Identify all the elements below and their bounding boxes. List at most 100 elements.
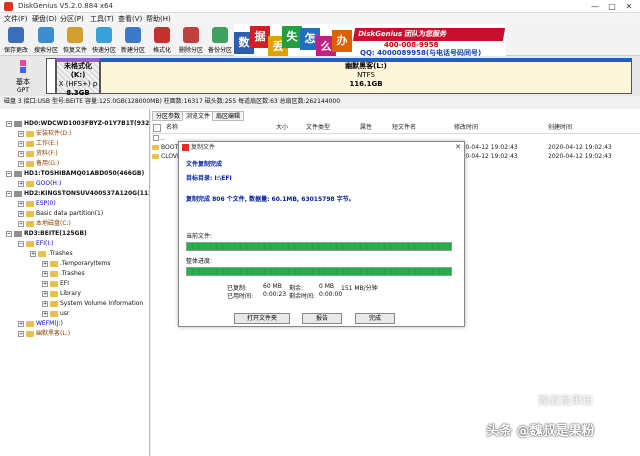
col-size[interactable]: 大小 (276, 123, 288, 133)
tree-folder-node[interactable]: + 备用(G:) (18, 159, 59, 168)
menu-file[interactable]: 文件(F) (4, 14, 28, 24)
partition-k[interactable]: 未格式化(K:) X (HFS+) p 8.3GB (56, 58, 100, 97)
collapse-icon[interactable]: − (6, 170, 12, 177)
partition-l-fs: NTFS (357, 71, 375, 79)
tab-partition-params[interactable]: 分区参数 (152, 111, 185, 121)
col-short-name[interactable]: 短文件名 (392, 123, 416, 133)
tree-folder-node[interactable]: + GOO(H:) (18, 179, 61, 188)
tree-disk-node[interactable]: − RD3:BEITE(125GB) (6, 229, 87, 238)
tree-folder-node[interactable]: + 安装软件(D:) (18, 129, 71, 138)
select-all-checkbox[interactable] (153, 124, 161, 132)
menu-help[interactable]: 帮助(H) (146, 14, 171, 24)
menu-view[interactable]: 查看(V) (118, 14, 142, 24)
expand-icon[interactable]: + (42, 270, 48, 277)
maximize-button[interactable]: □ (605, 1, 619, 12)
toolbar-button-1[interactable]: 搜索分区 (32, 25, 60, 55)
toolbar-button-0[interactable]: 保存更改 (2, 25, 30, 55)
partition-l-size: 116.1GB (349, 80, 383, 88)
tree-folder-node[interactable]: + Basic data partition(1) (18, 209, 103, 218)
col-created[interactable]: 创建时间 (548, 123, 572, 133)
close-button[interactable]: ✕ (622, 1, 636, 12)
partition-esp[interactable] (46, 58, 56, 94)
expand-icon[interactable]: + (42, 260, 48, 267)
tree-node-label: .Trashes (48, 250, 73, 257)
tab-browse-files[interactable]: 浏览文件 (182, 111, 215, 121)
tree-folder-node[interactable]: + Library (42, 289, 81, 298)
disk-tree[interactable]: − HD0:WDCWD1003FBYZ-01Y7B1T(932GB) + 安装软件(D… (0, 109, 150, 456)
tree-node-label: HD1:TOSHIBAMQ01ABD050(466GB) (24, 170, 145, 177)
report-button[interactable]: 报告 (302, 313, 342, 324)
open-folder-button[interactable]: 打开文件夹 (234, 313, 290, 324)
collapse-icon[interactable]: − (6, 120, 12, 127)
partition-k-fs: X (HFS+) p (58, 80, 98, 88)
expand-icon[interactable]: + (18, 220, 24, 227)
tree-disk-node[interactable]: − HD1:TOSHIBAMQ01ABD050(466GB) (6, 169, 144, 178)
expand-icon[interactable]: + (18, 130, 24, 137)
expand-icon[interactable]: + (18, 330, 24, 337)
collapse-icon[interactable]: − (6, 190, 12, 197)
expand-icon[interactable]: + (18, 200, 24, 207)
tree-folder-node[interactable]: + .TemporaryItems (42, 259, 111, 268)
expand-icon[interactable]: + (42, 310, 48, 317)
tree-disk-node[interactable]: − HD0:WDCWD1003FBYZ-01Y7B1T(932GB) (6, 119, 149, 128)
partition-k-name: 未格式化(K:) (64, 62, 92, 79)
tree-folder-node[interactable]: + 幽默黑客(L:) (18, 329, 70, 338)
toolbar-button-3[interactable]: 快速分区 (90, 25, 118, 55)
tree-folder-node[interactable]: + System Volume Information (42, 299, 143, 308)
expand-icon[interactable]: + (42, 290, 48, 297)
folder-icon (26, 150, 34, 157)
tree-folder-node[interactable]: + ESP(0) (18, 199, 56, 208)
col-type[interactable]: 文件类型 (306, 123, 330, 133)
minimize-button[interactable]: — (588, 1, 602, 12)
ad-banner[interactable]: 数据丢失怎么办 DiskGenius 团队为您服务 400-008-9958 Q… (234, 24, 506, 56)
toolbar-icon (183, 27, 199, 43)
col-attr[interactable]: 属性 (360, 123, 372, 133)
col-modified[interactable]: 修改时间 (454, 123, 478, 133)
hard-disk-icon (14, 120, 22, 127)
dialog-close-button[interactable]: ✕ (455, 142, 461, 153)
title-bar: DiskGenius V5.2.0.884 x64 — □ ✕ (0, 0, 640, 13)
expand-icon[interactable]: + (18, 210, 24, 217)
tree-folder-node[interactable]: + EFI (42, 279, 69, 288)
tab-sector-edit[interactable]: 扇区编辑 (212, 111, 245, 121)
toolbar-button-4[interactable]: 新建分区 (119, 25, 147, 55)
app-icon (4, 2, 13, 11)
toolbar-button-2[interactable]: 恢复文件 (61, 25, 89, 55)
tree-folder-node[interactable]: + 工作(E:) (18, 139, 59, 148)
expand-icon[interactable]: + (18, 140, 24, 147)
toolbar-button-6[interactable]: 删除分区 (177, 25, 205, 55)
tree-disk-node[interactable]: − HD2:KINGSTONSUV400S37A120G(112GB) (6, 189, 149, 198)
tree-folder-node[interactable]: + .Trashes (30, 249, 73, 258)
partition-l[interactable]: 幽默黑客(L:) NTFS 116.1GB (100, 58, 632, 94)
tree-folder-node[interactable]: + WEFM(J:) (18, 319, 63, 328)
expand-icon[interactable]: + (18, 320, 24, 327)
expand-icon[interactable]: + (18, 180, 24, 187)
tree-folder-node[interactable]: + 资料(F:) (18, 149, 58, 158)
tree-node-label: .TemporaryItems (60, 260, 111, 267)
menu-disk[interactable]: 硬盘(D) (32, 14, 57, 24)
tree-folder-node[interactable]: + usr (42, 309, 69, 318)
tree-node-label: 安装软件(D:) (36, 130, 72, 137)
tree-node-label: 备用(G:) (36, 160, 60, 167)
done-button[interactable]: 完成 (355, 313, 395, 324)
expand-icon[interactable]: + (18, 160, 24, 167)
toolbar-button-7[interactable]: 备份分区 (206, 25, 234, 55)
tree-folder-node[interactable]: − EFI(I:) (18, 239, 53, 248)
menu-partition[interactable]: 分区(P) (60, 14, 84, 24)
collapse-icon[interactable]: − (18, 240, 24, 247)
expand-icon[interactable]: + (42, 280, 48, 287)
current-file-label: 当前文件: (186, 233, 213, 240)
dialog-title: 复制文件 (191, 144, 216, 151)
menu-tools[interactable]: 工具(T) (90, 14, 114, 24)
expand-icon[interactable]: + (42, 300, 48, 307)
collapse-icon[interactable]: − (6, 230, 12, 237)
row-checkbox[interactable] (153, 135, 159, 141)
col-name[interactable]: 名称 (166, 123, 178, 133)
tree-folder-node[interactable]: + .Trashes (42, 269, 85, 278)
tree-folder-node[interactable]: + 本地磁盘(C:) (18, 219, 71, 228)
expand-icon[interactable]: + (30, 250, 36, 257)
expand-icon[interactable]: + (18, 150, 24, 157)
toolbar-button-5[interactable]: 格式化 (148, 25, 176, 55)
menu-bar: 文件(F) 硬盘(D) 分区(P) 工具(T) 查看(V) 帮助(H) (0, 13, 640, 24)
partition-l-name: 幽默黑客(L:) (345, 62, 387, 70)
